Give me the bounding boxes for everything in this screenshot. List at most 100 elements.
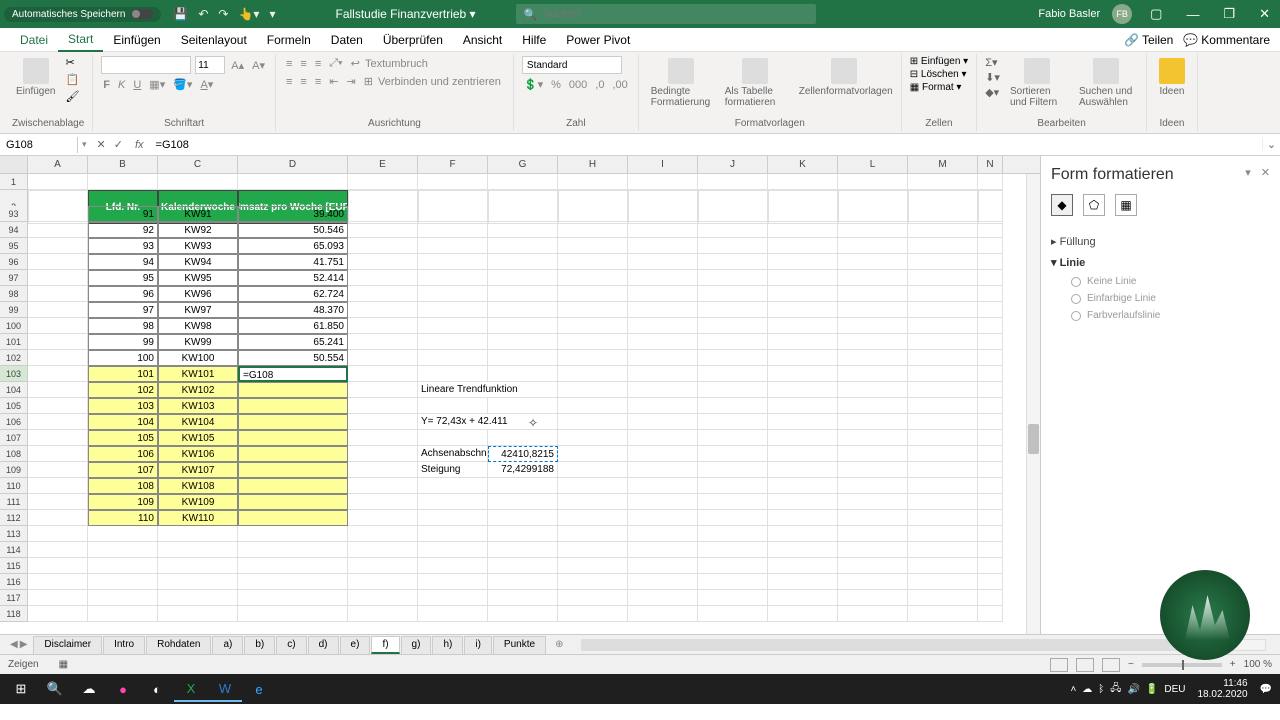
tab-insert[interactable]: Einfügen	[103, 29, 170, 51]
cell[interactable]	[628, 606, 698, 622]
cell[interactable]	[768, 206, 838, 222]
cell[interactable]	[348, 590, 418, 606]
cell[interactable]	[558, 334, 628, 350]
cell[interactable]	[908, 462, 978, 478]
cell[interactable]	[838, 606, 908, 622]
cell[interactable]	[768, 382, 838, 398]
size-tab-icon[interactable]: ▦	[1115, 194, 1137, 216]
cell[interactable]	[488, 366, 558, 382]
row-header[interactable]: 93	[0, 206, 28, 222]
cell[interactable]	[838, 542, 908, 558]
cell[interactable]	[418, 606, 488, 622]
clear-icon[interactable]: ◆▾	[985, 86, 1000, 99]
cell[interactable]	[978, 270, 1003, 286]
cell[interactable]: KW97	[158, 302, 238, 318]
save-icon[interactable]: 💾	[173, 7, 188, 21]
cell[interactable]	[908, 558, 978, 574]
cell[interactable]	[488, 494, 558, 510]
cell[interactable]	[88, 606, 158, 622]
sheet-tab[interactable]: e)	[340, 636, 371, 654]
name-box[interactable]: G108	[0, 137, 78, 153]
cell[interactable]	[838, 302, 908, 318]
cell[interactable]	[628, 558, 698, 574]
cell[interactable]	[348, 446, 418, 462]
cell[interactable]	[698, 574, 768, 590]
cell[interactable]	[348, 510, 418, 526]
sheet-tab[interactable]: b)	[244, 636, 275, 654]
find-select-button[interactable]: Suchen und Auswählen	[1075, 56, 1138, 110]
tray-up-icon[interactable]: ˄	[1070, 684, 1076, 695]
cell[interactable]	[418, 366, 488, 382]
search-input[interactable]	[543, 8, 807, 20]
row-header[interactable]: 102	[0, 350, 28, 366]
cell[interactable]	[488, 430, 558, 446]
sort-filter-button[interactable]: Sortieren und Filtern	[1006, 56, 1069, 110]
ideas-button[interactable]: Ideen	[1155, 56, 1189, 99]
cell[interactable]	[28, 318, 88, 334]
app-2-icon[interactable]: ●	[106, 676, 140, 702]
cell[interactable]: KW93	[158, 238, 238, 254]
cell[interactable]	[488, 318, 558, 334]
cell[interactable]	[238, 558, 348, 574]
cell[interactable]	[628, 526, 698, 542]
cell[interactable]	[348, 606, 418, 622]
cell[interactable]	[28, 334, 88, 350]
cell[interactable]	[558, 366, 628, 382]
cell[interactable]	[628, 478, 698, 494]
cell[interactable]	[908, 366, 978, 382]
cell[interactable]	[978, 574, 1003, 590]
cell[interactable]	[558, 574, 628, 590]
paste-button[interactable]: Einfügen	[12, 56, 59, 99]
col-header-G[interactable]: G	[488, 156, 558, 173]
col-header-I[interactable]: I	[628, 156, 698, 173]
cell[interactable]	[488, 558, 558, 574]
col-header-L[interactable]: L	[838, 156, 908, 173]
sheet-tab[interactable]: Disclaimer	[33, 636, 102, 654]
cell[interactable]	[908, 270, 978, 286]
cell[interactable]	[698, 318, 768, 334]
cell[interactable]	[28, 558, 88, 574]
macro-icon[interactable]: ▦	[59, 659, 68, 670]
notifications-icon[interactable]: 💬	[1260, 684, 1272, 695]
row-header[interactable]: 1	[0, 174, 28, 190]
col-header-B[interactable]: B	[88, 156, 158, 173]
cell[interactable]	[558, 270, 628, 286]
cell[interactable]	[28, 446, 88, 462]
document-name[interactable]: Fallstudie Finanzvertrieb ▾	[335, 7, 475, 21]
cell[interactable]	[698, 590, 768, 606]
cell[interactable]	[698, 334, 768, 350]
cell[interactable]: KW94	[158, 254, 238, 270]
cell[interactable]: 105	[88, 430, 158, 446]
tab-file[interactable]: Datei	[10, 29, 58, 51]
line-section[interactable]: ▾ Linie	[1051, 252, 1270, 273]
cell[interactable]	[628, 222, 698, 238]
cell[interactable]: 41.751	[238, 254, 348, 270]
tray-net-icon[interactable]: 🖧	[1110, 681, 1121, 698]
orientation-icon[interactable]: ⤢▾	[327, 56, 344, 71]
cell[interactable]	[978, 302, 1003, 318]
cell[interactable]	[28, 206, 88, 222]
cell[interactable]	[158, 606, 238, 622]
cell[interactable]	[978, 398, 1003, 414]
ribbon-mode-icon[interactable]: ▢	[1144, 6, 1168, 22]
cell[interactable]	[908, 382, 978, 398]
sheet-nav-next-icon[interactable]: ▶	[20, 639, 28, 650]
cell[interactable]	[768, 494, 838, 510]
delete-cells-button[interactable]: ⊟ Löschen ▾	[910, 69, 967, 80]
cell[interactable]	[88, 590, 158, 606]
sheet-nav-prev-icon[interactable]: ◀	[10, 639, 18, 650]
row-header[interactable]: 114	[0, 542, 28, 558]
dec-decimal-icon[interactable]: ,00	[610, 78, 629, 92]
user-avatar[interactable]: FB	[1112, 4, 1132, 24]
cell[interactable]: 91	[88, 206, 158, 222]
cell[interactable]	[698, 206, 768, 222]
cell[interactable]	[238, 526, 348, 542]
word-taskbar-icon[interactable]: W	[208, 676, 242, 702]
cell[interactable]	[628, 350, 698, 366]
horizontal-scrollbar[interactable]	[581, 639, 1266, 651]
redo-icon[interactable]: ↷	[218, 7, 228, 21]
tab-help[interactable]: Hilfe	[512, 29, 556, 51]
cell[interactable]	[28, 542, 88, 558]
cell[interactable]	[558, 542, 628, 558]
cell[interactable]	[908, 398, 978, 414]
